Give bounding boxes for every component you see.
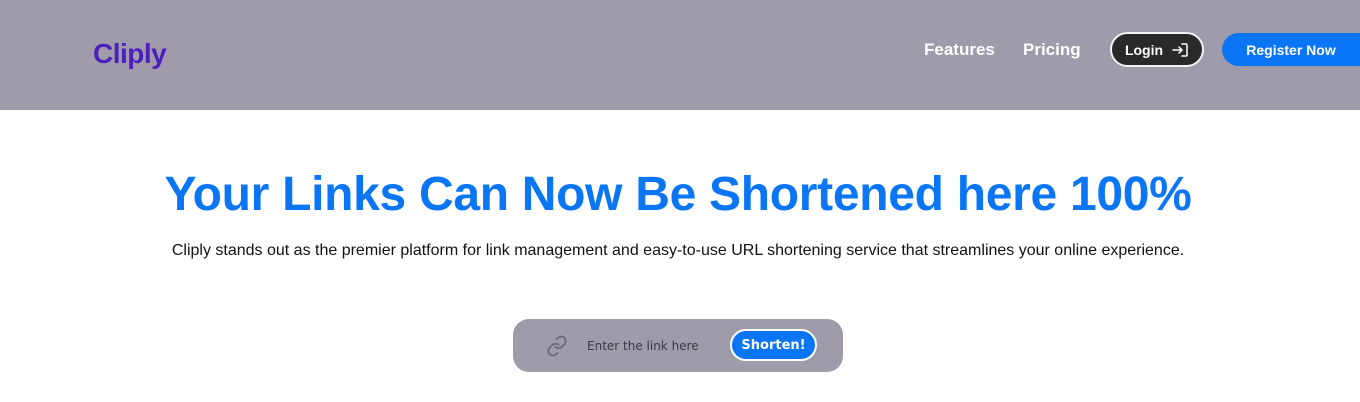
nav-pricing-link[interactable]: Pricing: [1023, 40, 1081, 60]
site-header: Cliply Features Pricing Login Register N…: [0, 0, 1360, 110]
register-now-button[interactable]: Register Now: [1222, 33, 1360, 66]
hero-subtitle: Cliply stands out as the premier platfor…: [171, 242, 1185, 259]
hero-title: Your Links Can Now Be Shortened here 100…: [164, 168, 1192, 221]
shorten-button[interactable]: Shorten!: [730, 329, 817, 361]
shortener-form: Shorten!: [513, 319, 843, 372]
login-button-label: Login: [1124, 41, 1164, 58]
link-input[interactable]: [583, 334, 731, 358]
login-button[interactable]: Login: [1110, 32, 1204, 67]
logo[interactable]: Cliply: [93, 38, 167, 70]
nav-features-link[interactable]: Features: [924, 40, 995, 60]
link-icon: [546, 335, 568, 357]
login-arrow-icon: [1171, 42, 1189, 58]
